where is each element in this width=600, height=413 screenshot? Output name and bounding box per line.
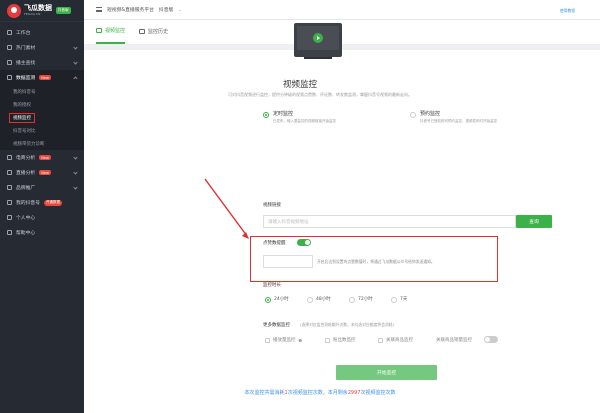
video-link-label: 视频链接 — [263, 203, 281, 208]
sidebar-subitem-account-compare[interactable]: 抖音号对比 — [0, 124, 84, 137]
video-link-input[interactable]: 请输入抖音视频地址 — [263, 215, 516, 228]
quota-footer: 本次监控共需消耗1次视频监控次数，本月剩余2997次视频监控次数 — [244, 390, 396, 396]
main-panel — [84, 50, 600, 413]
more-monitor-note: (选择对应监控消耗额外次数，未勾选对应额度将会消耗) — [300, 322, 395, 327]
like-alert-hint: 开启后达到设置的点赞数值时，将通过飞瓜数据公众号给你发送通知。 — [317, 259, 435, 264]
search-icon — [7, 60, 12, 65]
help-icon — [7, 230, 12, 235]
tab-video-monitor[interactable]: 视频监控 — [96, 19, 126, 44]
goods-sales-toggle[interactable] — [484, 336, 498, 343]
sidebar-subitem-video-monitor[interactable]: 视频监控 — [0, 111, 84, 124]
cart-icon — [7, 155, 12, 160]
video-icon — [96, 28, 102, 33]
mode-scheduled[interactable]: 定时监控 已发布，输入要监控的视频链接开始监控 — [263, 110, 336, 124]
monitor-stand — [304, 57, 332, 59]
checkbox-goods[interactable] — [378, 337, 383, 343]
duration-48h[interactable]: 48小时 — [307, 295, 331, 303]
checkbox-fans[interactable] — [325, 337, 330, 343]
mode-reserved[interactable]: 预约监控 抖音号已授权即可预约监控，视频发布时开始监控 — [410, 110, 497, 124]
monitor-illustration — [294, 23, 342, 57]
help-link[interactable]: 使用教程 — [560, 8, 575, 14]
more-monitor-label: 更多数据监控 — [263, 323, 290, 328]
option-play-count[interactable]: 播放量监控 ❶ — [265, 337, 302, 343]
sidebar-subitem-my-auth[interactable]: 我的授权 — [0, 98, 84, 111]
page-title: 视频监控 — [282, 80, 317, 90]
duration-label: 监控时长 — [263, 283, 281, 288]
topbar: 短视频&直播服务平台 抖音版 ⌄ — [84, 0, 600, 20]
menu-icon[interactable] — [96, 7, 102, 12]
person-icon — [7, 215, 12, 220]
checkbox-play-count[interactable] — [265, 337, 270, 343]
brand-mark-icon — [7, 3, 21, 18]
sidebar-item-profile[interactable]: 个人中心 — [0, 210, 84, 225]
new-badge: New — [39, 155, 51, 160]
chevron-down-icon — [73, 60, 78, 65]
user-icon — [7, 200, 12, 205]
platform-switch[interactable]: 抖音版 — [159, 6, 173, 13]
start-monitor-button[interactable]: 开始监控 — [336, 365, 437, 380]
brand-name: 飞瓜数据 — [24, 4, 52, 12]
sidebar-item-live[interactable]: 直播分析 New — [0, 165, 84, 180]
open-data-badge: 开通数据 — [44, 199, 62, 206]
radio-72h[interactable] — [349, 297, 355, 303]
live-icon — [7, 170, 12, 175]
duration-7d[interactable]: 7天 — [391, 295, 407, 303]
fire-icon — [7, 45, 12, 50]
sidebar-item-my-douyin[interactable]: 我的抖音号 开通数据 — [0, 195, 84, 210]
radio-24h[interactable] — [265, 297, 271, 303]
chevron-down-icon — [73, 170, 78, 175]
sidebar-item-hot-material[interactable]: 热门素材 — [0, 40, 84, 55]
duration-24h[interactable]: 24小时 — [265, 295, 289, 303]
option-goods[interactable]: 关联商品监控 — [378, 337, 413, 343]
radio-48h[interactable] — [307, 297, 313, 303]
radio-7d[interactable] — [391, 297, 397, 303]
sidebar-item-help[interactable]: 帮助中心 — [0, 225, 84, 240]
sidebar-subitem-sales-diagnosis[interactable]: 视频带货力诊断 — [0, 137, 84, 150]
play-icon — [313, 33, 323, 43]
duration-72h[interactable]: 72小时 — [349, 295, 373, 303]
tab-bar: 视频监控 监控历史 — [84, 20, 600, 45]
sidebar-nav: 工作台 热门素材 播主查找 数据监测 New 我的抖音号 我的授权 视频监控 抖音… — [0, 22, 84, 240]
like-alert-toggle[interactable] — [297, 239, 311, 246]
radio-reserved[interactable] — [410, 112, 416, 118]
sidebar-item-ecommerce[interactable]: 电商分析 New — [0, 150, 84, 165]
tab-monitor-history[interactable]: 监控历史 — [139, 19, 168, 44]
monitor-icon — [7, 30, 12, 35]
page-description: 可对抖音视频进行监控，提供分钟级的视频点赞数、评论数、转发数监测，掌握抖音号视频… — [228, 92, 412, 97]
chevron-down-icon — [73, 155, 78, 160]
platform-title: 短视频&直播服务平台 — [107, 8, 154, 13]
brand-badge: 抖音版 — [56, 7, 71, 14]
history-icon — [139, 29, 146, 34]
diamond-icon — [7, 185, 12, 190]
like-count-input[interactable] — [263, 255, 313, 268]
query-button[interactable]: 查询 — [516, 215, 552, 228]
new-badge: New — [39, 170, 51, 175]
sidebar: 飞瓜数据 FEIGUA.CN 抖音版 工作台 热门素材 播主查找 数据监测 New… — [0, 0, 84, 413]
sidebar-item-brand[interactable]: 品牌推广 — [0, 180, 84, 195]
option-fans[interactable]: 粉丝数监控 — [325, 337, 356, 343]
radio-scheduled[interactable] — [263, 112, 269, 118]
like-alert-label: 点赞数提醒 — [263, 241, 286, 246]
option-goods-sales[interactable]: 关联商品销量监控 — [436, 337, 472, 343]
brand-sub: FEIGUA.CN — [24, 12, 41, 16]
info-icon: ❶ — [298, 337, 303, 343]
sidebar-item-workbench[interactable]: 工作台 — [0, 25, 84, 40]
chevron-down-icon: ⌄ — [178, 7, 182, 12]
brand-logo[interactable]: 飞瓜数据 FEIGUA.CN 抖音版 — [0, 0, 84, 22]
chevron-down-icon — [73, 45, 78, 50]
chevron-down-icon — [73, 185, 78, 190]
sidebar-item-blogger-search[interactable]: 播主查找 — [0, 55, 84, 70]
